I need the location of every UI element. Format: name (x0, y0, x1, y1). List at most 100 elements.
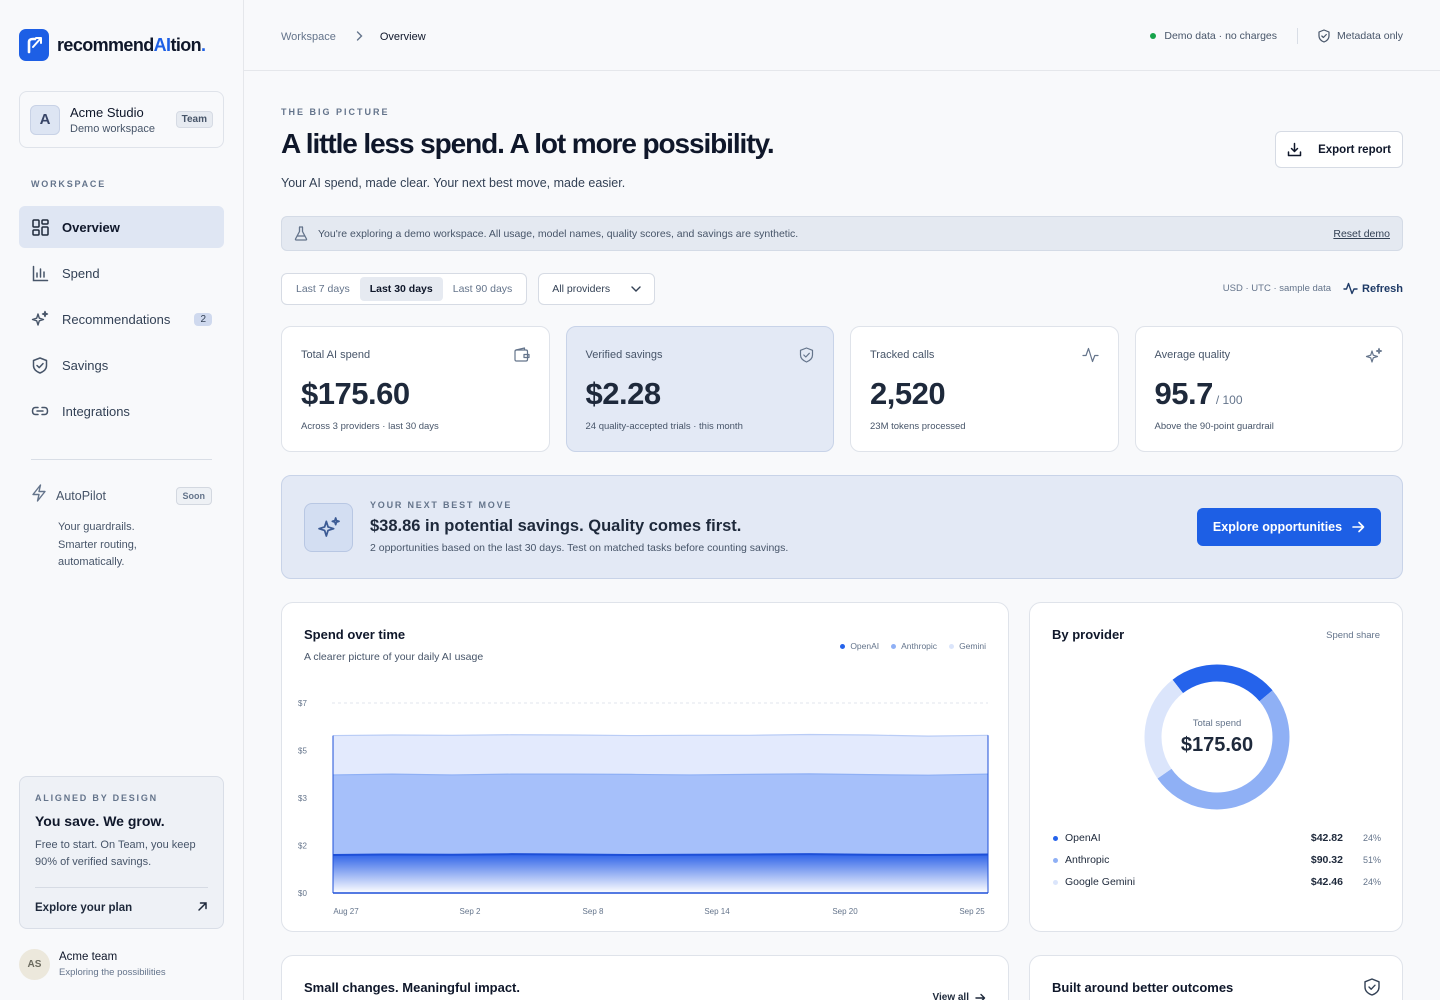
refresh-button[interactable]: Refresh (1343, 282, 1403, 295)
explore-plan-link[interactable]: Explore your plan (35, 887, 208, 915)
autopilot-section: AutoPilot Soon Your guardrails. Smarter … (31, 484, 212, 572)
sidebar-item-label: Overview (62, 219, 120, 235)
export-report-button[interactable]: Export report (1275, 131, 1403, 168)
kpi-note: Across 3 providers · last 30 days (301, 421, 439, 432)
sidebar-item-overview[interactable]: Overview (19, 206, 224, 248)
reset-demo-link[interactable]: Reset demo (1333, 228, 1390, 240)
plan-badge: Team (175, 111, 213, 128)
y-tick-label: $2 (298, 842, 307, 851)
provider-pct: 51% (1362, 855, 1381, 865)
user-profile[interactable]: AS Acme team Exploring the possibilities (19, 949, 166, 980)
kpi-card-average-quality[interactable]: Average quality 95.7/ 100 Above the 90-p… (1134, 326, 1403, 452)
kpi-row: Total AI spend $175.60 Across 3 provider… (281, 326, 1403, 452)
provider-pct: 24% (1362, 833, 1381, 843)
kpi-value: 95.7/ 100 (1154, 376, 1243, 411)
refresh-label: Refresh (1362, 282, 1403, 295)
x-tick-label: Sep 2 (460, 907, 481, 916)
filter-meta: USD · UTC · sample data Refresh (1223, 282, 1403, 295)
breadcrumb-current: Overview (379, 30, 426, 43)
avatar: AS (19, 949, 50, 980)
hero-kicker: THE BIG PICTURE (281, 107, 390, 117)
provider-name: Anthropic (1065, 854, 1110, 866)
demo-banner: You're exploring a demo workspace. All u… (281, 216, 1403, 251)
divider (1297, 28, 1299, 44)
lightning-icon (31, 484, 47, 507)
y-tick-label: $3 (298, 794, 307, 803)
area-gemini (333, 734, 988, 776)
provider-name: Google Gemini (1065, 876, 1136, 888)
kpi-label: Tracked calls (870, 349, 935, 361)
app-logo[interactable]: recommendAItion. (19, 29, 206, 61)
list-item[interactable]: OpenAI $42.82 24% (1053, 827, 1381, 849)
outcomes-card-title: Built around better outcomes (1052, 980, 1234, 995)
spend-over-time-card: Spend over time A clearer picture of you… (281, 602, 1009, 932)
workspace-switcher[interactable]: A Acme Studio Demo workspace Team (19, 91, 224, 148)
sparkles-icon (1365, 347, 1383, 370)
provider-donut-chart (1144, 664, 1290, 810)
banner-text: You're exploring a demo workspace. All u… (318, 227, 799, 240)
bar-chart-icon (31, 264, 49, 282)
user-sub: Exploring the possibilities (59, 967, 166, 978)
kpi-label: Total AI spend (301, 349, 371, 361)
workspace-avatar: A (30, 104, 60, 135)
donut-slice-gemini[interactable] (1144, 679, 1184, 779)
x-tick-label: Sep 8 (583, 907, 604, 916)
range-option-7[interactable]: Last 7 days (286, 277, 360, 301)
view-all-label: View all (932, 992, 969, 1000)
shield-check-icon (31, 356, 49, 374)
y-tick-label: $0 (298, 889, 307, 898)
sidebar-item-label: Recommendations (62, 311, 171, 327)
kpi-card-total-spend[interactable]: Total AI spend $175.60 Across 3 provider… (281, 326, 550, 452)
workspace-name: Acme Studio (70, 104, 144, 120)
sparkles-icon (31, 310, 49, 328)
kpi-note: 24 quality-accepted trials · this month (585, 421, 743, 432)
sidebar-section-label: WORKSPACE (31, 179, 107, 189)
next-move-title: $38.86 in potential savings. Quality com… (370, 517, 742, 535)
range-option-30[interactable]: Last 30 days (359, 277, 443, 301)
explore-opportunities-button[interactable]: Explore opportunities (1197, 508, 1381, 546)
y-tick-label: $5 (298, 747, 307, 756)
sidebar-item-label: Savings (62, 357, 109, 373)
sidebar-item-savings[interactable]: Savings (19, 344, 224, 386)
kpi-value: 2,520 (870, 376, 946, 411)
provider-swatch (1053, 879, 1058, 885)
shield-check-icon (799, 347, 814, 368)
next-move-sub: 2 opportunities based on the last 30 day… (370, 542, 789, 554)
provider-swatch (1053, 835, 1058, 841)
area-openai (333, 854, 988, 893)
list-item[interactable]: Anthropic $90.32 51% (1053, 849, 1381, 871)
next-best-move-card: YOUR NEXT BEST MOVE $38.86 in potential … (281, 475, 1403, 579)
provider-select-value: All providers (552, 283, 611, 295)
sparkles-icon (304, 503, 353, 552)
page-subtitle: Your AI spend, made clear. Your next bes… (281, 176, 626, 190)
list-item[interactable]: Google Gemini $42.46 24% (1053, 871, 1381, 893)
plan-desc: Free to start. On Team, you keep 90% of … (35, 839, 196, 868)
activity-icon (1081, 347, 1099, 368)
impact-card-title: Small changes. Meaningful impact. (304, 980, 520, 995)
kpi-card-verified-savings[interactable]: Verified savings $2.28 24 quality-accept… (565, 326, 834, 452)
x-tick-label: Sep 20 (832, 907, 858, 916)
plan-card: ALIGNED BY DESIGN You save. We grow. Fre… (19, 776, 224, 929)
provider-list: OpenAI $42.82 24% Anthropic $90.32 51% G… (1053, 827, 1381, 893)
workspace-sub: Demo workspace (70, 122, 155, 135)
sidebar: recommendAItion. A Acme Studio Demo work… (0, 0, 244, 1000)
provider-select[interactable]: All providers (538, 273, 656, 305)
kpi-value: $175.60 (301, 376, 410, 411)
range-option-90[interactable]: Last 90 days (443, 277, 523, 301)
view-all-link[interactable]: View all (932, 992, 986, 1000)
sidebar-item-recommendations[interactable]: Recommendations 2 (19, 298, 224, 340)
plan-title: You save. We grow. (35, 813, 165, 829)
flask-icon (294, 226, 308, 241)
kpi-note: Above the 90-point guardrail (1154, 421, 1274, 432)
donut-slice-openai[interactable] (1172, 664, 1273, 702)
breadcrumb-workspace[interactable]: Workspace (281, 31, 336, 43)
spend-area-chart: $0 $2 $3 $5 $7 Aug 27 Sep 2 Sep 8 Sep 14 Sep 20 Se… (298, 699, 989, 916)
sidebar-nav: Overview Spend Recommendations 2 Savings (19, 206, 224, 436)
status-dot-icon (1150, 33, 1157, 39)
next-move-kicker: YOUR NEXT BEST MOVE (370, 500, 513, 510)
sidebar-item-spend[interactable]: Spend (19, 252, 224, 294)
kpi-card-tracked-calls[interactable]: Tracked calls 2,520 23M tokens processed (850, 326, 1119, 452)
donut-center-label: Total spend (1192, 718, 1242, 729)
sidebar-item-label: Spend (62, 265, 100, 281)
sidebar-item-integrations[interactable]: Integrations (19, 390, 224, 432)
